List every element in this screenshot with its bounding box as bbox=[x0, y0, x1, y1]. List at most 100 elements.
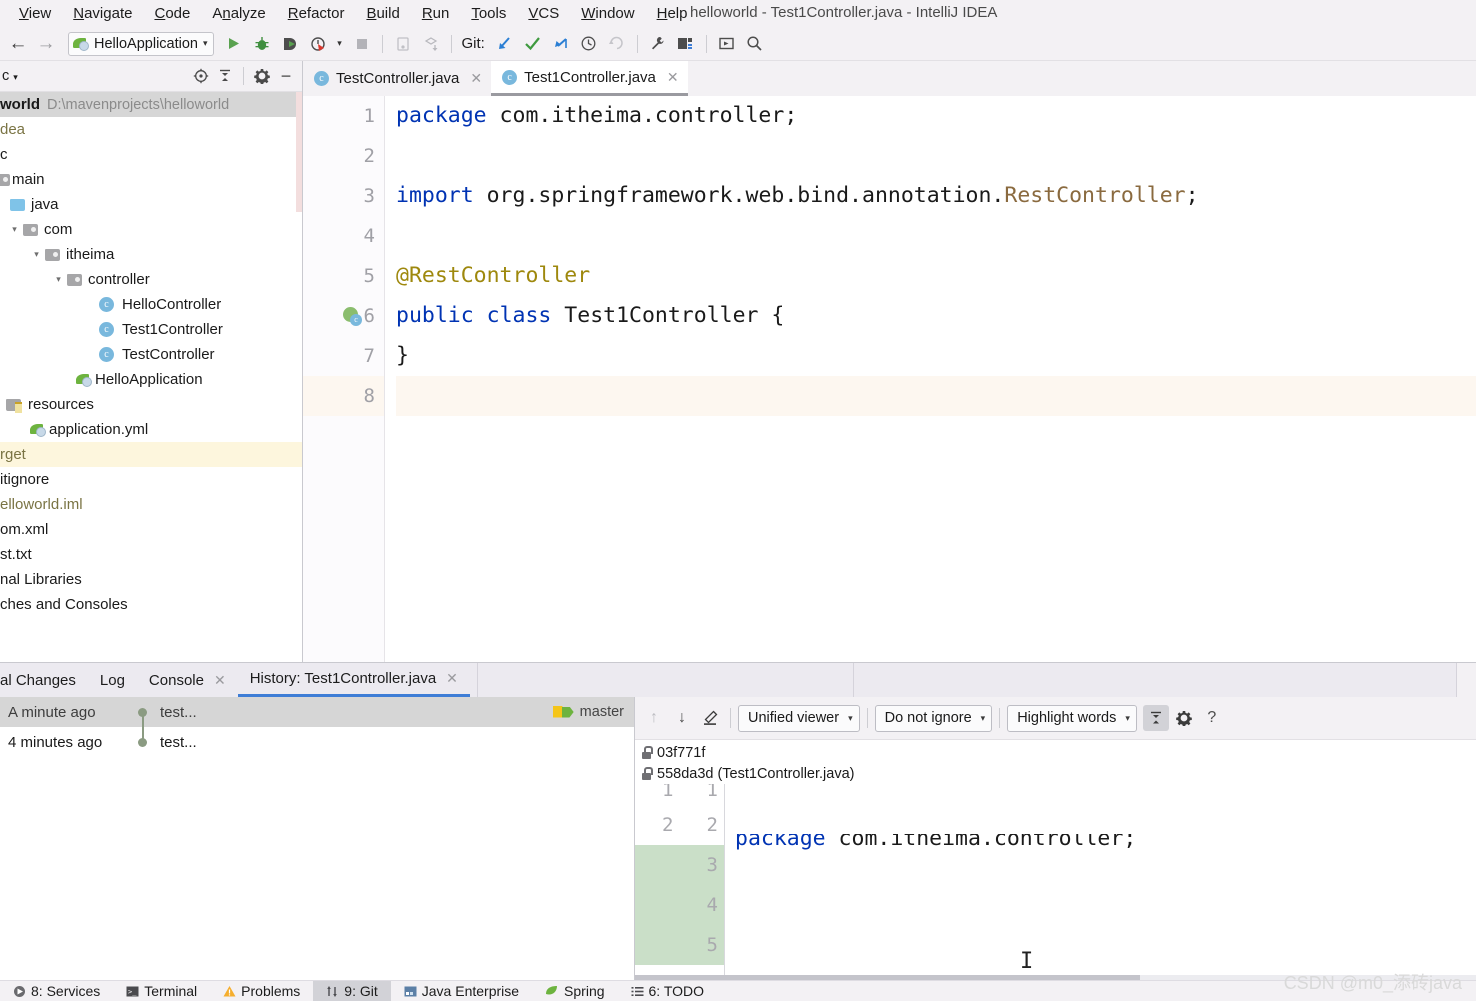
menu-build[interactable]: Build bbox=[355, 3, 410, 24]
project-structure-icon[interactable] bbox=[673, 31, 699, 57]
git-update-project-icon[interactable] bbox=[492, 31, 518, 57]
tree-row-gitignore[interactable]: itignore bbox=[0, 467, 302, 492]
status-item-problems[interactable]: Problems bbox=[210, 981, 313, 1001]
next-difference-arrow-down-icon[interactable]: ↓ bbox=[669, 705, 695, 731]
chevron-down-icon[interactable]: ▾ bbox=[52, 274, 65, 285]
commit-row[interactable]: A minute ago test... master bbox=[0, 697, 634, 727]
project-scrollbar[interactable] bbox=[296, 92, 302, 212]
ignore-mode-dropdown[interactable]: Do not ignore ▾ bbox=[874, 704, 993, 732]
viewer-mode-dropdown[interactable]: Unified viewer ▾ bbox=[738, 704, 860, 732]
editor-tab-test1controller[interactable]: c Test1Controller.java ✕ bbox=[491, 61, 688, 96]
debug-bug-icon[interactable] bbox=[249, 31, 275, 57]
locate-in-tree-icon[interactable] bbox=[189, 64, 213, 88]
wrench-settings-icon[interactable] bbox=[645, 31, 671, 57]
status-item-todo[interactable]: 6: TODO bbox=[618, 981, 718, 1001]
collapse-unchanged-fragments-icon[interactable] bbox=[1142, 705, 1169, 731]
menu-run[interactable]: Run bbox=[411, 3, 461, 24]
menu-window[interactable]: Window bbox=[570, 3, 645, 24]
profiler-dropdown-arrow-icon[interactable]: ▾ bbox=[333, 31, 347, 57]
menu-analyze[interactable]: Analyze bbox=[201, 3, 276, 24]
diff-line-numbers: 11 bbox=[662, 784, 718, 801]
vcs-tab-label: History: Test1Controller.java bbox=[249, 670, 437, 687]
tree-row-helloapplication[interactable]: HelloApplication bbox=[0, 367, 302, 392]
menu-refactor[interactable]: Refactor bbox=[277, 3, 356, 24]
tree-row-test-txt[interactable]: st.txt bbox=[0, 542, 302, 567]
close-icon[interactable]: ✕ bbox=[667, 69, 679, 86]
spring-leaf-icon bbox=[546, 985, 558, 995]
menu-tools[interactable]: Tools bbox=[460, 3, 517, 24]
git-commit-checkmark-icon[interactable] bbox=[520, 31, 546, 57]
collapse-all-icon[interactable] bbox=[213, 64, 237, 88]
line-number-gutter[interactable]: 1 2 3 4 5 6 7 8 bbox=[303, 96, 385, 662]
forward-arrow-icon[interactable]: → bbox=[33, 31, 59, 57]
vcs-content: A minute ago test... master 4 minutes ag… bbox=[0, 697, 1476, 980]
close-icon[interactable]: ✕ bbox=[470, 70, 482, 87]
branch-label: master bbox=[579, 704, 624, 720]
menu-code[interactable]: Code bbox=[143, 3, 201, 24]
tree-row-scratches[interactable]: ches and Consoles bbox=[0, 592, 302, 617]
tree-row-src[interactable]: c bbox=[0, 142, 302, 167]
menu-vcs[interactable]: VCS bbox=[517, 3, 570, 24]
status-item-label: 9: Git bbox=[344, 983, 378, 999]
highlight-mode-dropdown[interactable]: Highlight words ▾ bbox=[1007, 704, 1137, 732]
tree-row-com[interactable]: ▾ com bbox=[0, 217, 302, 242]
project-panel-title[interactable]: c ▾ bbox=[0, 68, 18, 84]
search-magnifier-icon[interactable] bbox=[742, 31, 768, 57]
tree-row-external-libraries[interactable]: nal Libraries bbox=[0, 567, 302, 592]
profiler-icon[interactable] bbox=[305, 31, 331, 57]
tree-row-idea[interactable]: dea bbox=[0, 117, 302, 142]
tree-row-java[interactable]: java bbox=[0, 192, 302, 217]
minimize-icon[interactable]: − bbox=[274, 64, 298, 88]
status-item-java-enterprise[interactable]: Java Enterprise bbox=[391, 981, 532, 1001]
back-arrow-icon[interactable]: ← bbox=[5, 31, 31, 57]
git-push-icon[interactable] bbox=[548, 31, 574, 57]
close-icon[interactable]: ✕ bbox=[446, 670, 458, 687]
tree-row-hellocontroller[interactable]: c HelloController bbox=[0, 292, 302, 317]
tree-row-application-yml[interactable]: application.yml bbox=[0, 417, 302, 442]
tree-row-target[interactable]: rget bbox=[0, 442, 302, 467]
status-item-terminal[interactable]: >_ Terminal bbox=[113, 981, 210, 1001]
status-item-spring[interactable]: Spring bbox=[532, 981, 617, 1001]
run-configuration-selector[interactable]: HelloApplication ▾ bbox=[68, 31, 214, 56]
menu-view[interactable]: View bbox=[8, 3, 62, 24]
gear-icon[interactable] bbox=[250, 64, 274, 88]
tree-row-main[interactable]: main bbox=[0, 167, 302, 192]
revision-label: 03f771f bbox=[657, 744, 706, 761]
commit-row[interactable]: 4 minutes ago test... bbox=[0, 727, 634, 757]
tree-row-test1controller[interactable]: c Test1Controller bbox=[0, 317, 302, 342]
close-icon[interactable]: ✕ bbox=[214, 672, 226, 689]
gear-settings-icon[interactable] bbox=[1171, 705, 1197, 731]
help-icon[interactable]: ? bbox=[1199, 705, 1225, 731]
menu-navigate[interactable]: Navigate bbox=[62, 3, 143, 24]
status-item-services[interactable]: 8: Services bbox=[0, 981, 113, 1001]
tree-row-controller[interactable]: ▾ controller bbox=[0, 267, 302, 292]
status-item-git[interactable]: 9: Git bbox=[313, 981, 391, 1001]
tree-row-itheima[interactable]: ▾ itheima bbox=[0, 242, 302, 267]
console-window-icon[interactable] bbox=[714, 31, 740, 57]
edit-source-pencil-icon[interactable] bbox=[697, 705, 723, 731]
code-text[interactable]: package com.itheima.controller; import o… bbox=[385, 96, 1476, 662]
tree-row-pom-xml[interactable]: om.xml bbox=[0, 517, 302, 542]
diff-horizontal-scrollbar[interactable] bbox=[635, 975, 1476, 980]
git-history-clock-icon[interactable] bbox=[576, 31, 602, 57]
code-editor[interactable]: 1 2 3 4 5 6 7 8 package com.itheima.cont… bbox=[303, 96, 1476, 662]
chevron-down-icon[interactable]: ▾ bbox=[8, 224, 21, 235]
previous-difference-arrow-up-icon[interactable]: ↑ bbox=[641, 705, 667, 731]
vcs-tab-history[interactable]: History: Test1Controller.java ✕ bbox=[237, 663, 470, 697]
project-file-tree[interactable]: world D:\mavenprojects\helloworld dea c … bbox=[0, 92, 302, 662]
run-play-icon[interactable] bbox=[221, 31, 247, 57]
spring-bean-gutter-icon[interactable] bbox=[343, 307, 362, 326]
chevron-down-icon[interactable]: ▾ bbox=[30, 249, 43, 260]
diff-code-text[interactable]: package com.itheima.controller; import o… bbox=[725, 784, 1476, 980]
vcs-tab-log[interactable]: Log bbox=[88, 663, 137, 697]
vcs-tab-local-changes[interactable]: al Changes bbox=[0, 663, 88, 697]
commit-history-list[interactable]: A minute ago test... master 4 minutes ag… bbox=[0, 697, 635, 980]
run-with-coverage-icon[interactable] bbox=[277, 31, 303, 57]
tree-row-resources[interactable]: resources bbox=[0, 392, 302, 417]
vcs-tab-console[interactable]: Console ✕ bbox=[137, 663, 238, 697]
tree-row-iml[interactable]: elloworld.iml bbox=[0, 492, 302, 517]
diff-content[interactable]: 11 22 3 4 5 package com.itheima.controll… bbox=[635, 784, 1476, 980]
tree-row-testcontroller[interactable]: c TestController bbox=[0, 342, 302, 367]
editor-tab-testcontroller[interactable]: c TestController.java ✕ bbox=[303, 61, 491, 96]
tree-row-project-root[interactable]: world D:\mavenprojects\helloworld bbox=[0, 92, 302, 117]
